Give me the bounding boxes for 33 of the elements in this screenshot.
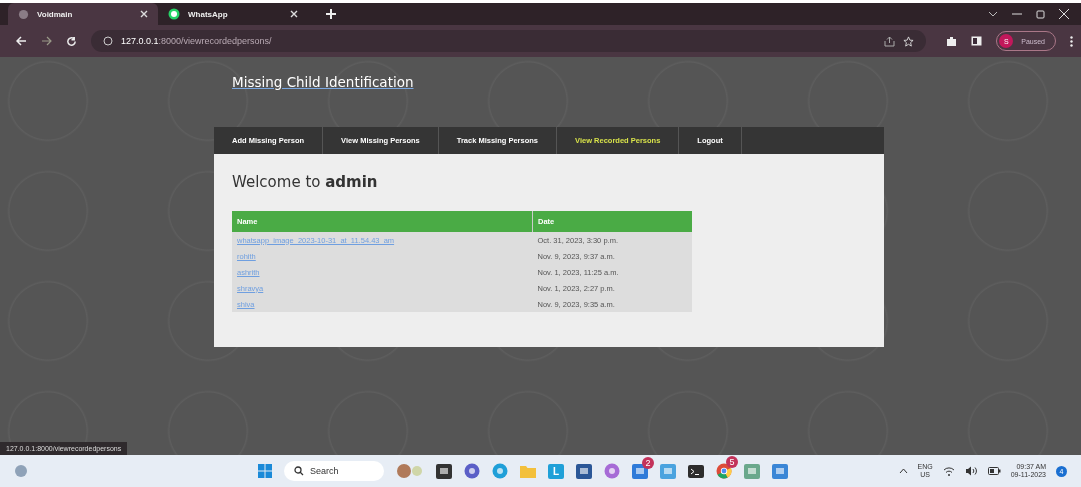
menu-icon[interactable] xyxy=(1070,35,1073,47)
site-title-link[interactable]: Missing Child Identification xyxy=(232,74,414,90)
task-view-icon[interactable] xyxy=(436,463,452,479)
close-icon[interactable] xyxy=(140,10,148,18)
new-tab-icon[interactable] xyxy=(326,9,336,19)
app-icon[interactable] xyxy=(604,463,620,479)
notification-badge: 2 xyxy=(642,456,654,469)
chat-icon xyxy=(168,8,180,20)
search-icon xyxy=(294,466,304,476)
speaker-icon[interactable] xyxy=(964,466,978,476)
start-icon[interactable] xyxy=(258,464,272,478)
star-icon[interactable] xyxy=(903,35,915,47)
globe-icon xyxy=(18,8,29,20)
close-icon[interactable] xyxy=(1059,9,1069,19)
reload-icon[interactable] xyxy=(66,35,77,47)
battery-icon[interactable] xyxy=(987,467,1001,475)
forward-icon[interactable] xyxy=(41,36,52,46)
browser-tab[interactable]: WhatsApp xyxy=(158,3,308,25)
search-field[interactable]: Search xyxy=(284,461,384,481)
url-text: 127.0.0.1:8000/viewrecordedpersons/ xyxy=(121,36,272,46)
back-icon[interactable] xyxy=(16,36,27,46)
terminal-icon[interactable] xyxy=(688,464,704,478)
share-icon[interactable] xyxy=(884,35,896,47)
sidebar-icon[interactable] xyxy=(971,36,983,46)
wifi-icon[interactable] xyxy=(942,466,955,476)
restore-icon[interactable] xyxy=(1036,9,1045,19)
chevron-up-icon[interactable] xyxy=(898,468,908,474)
browser-tab[interactable]: Voidmain xyxy=(8,3,158,25)
caret-icon[interactable] xyxy=(988,11,998,17)
close-icon[interactable] xyxy=(290,10,298,18)
address-bar[interactable]: 127.0.0.1:8000/viewrecordedpersons/ xyxy=(91,30,927,52)
notification-badge: 5 xyxy=(726,456,738,468)
welcome-heading: Welcome to admin xyxy=(232,173,379,191)
